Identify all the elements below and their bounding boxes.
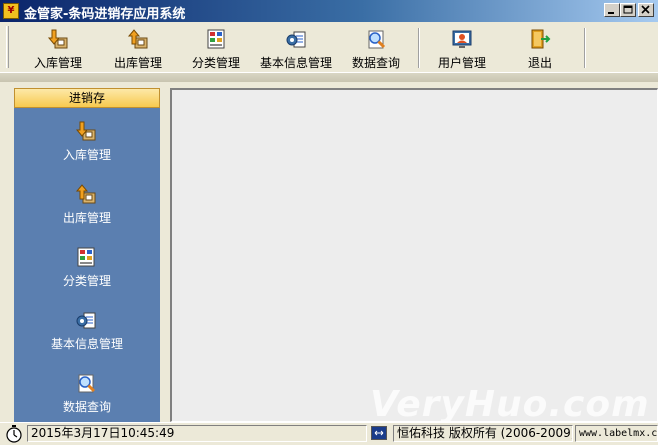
- toolbar-stock-out-label: 出库管理: [113, 56, 162, 70]
- main-toolbar: 入库管理 出库管理 分类管理 基本信息管理 数据查询 用户管理 退出: [0, 22, 658, 73]
- clock-icon: [6, 425, 22, 443]
- toolbar-category-button[interactable]: 分类管理: [182, 24, 250, 70]
- window-title: 金管家-条码进销存应用系统: [24, 7, 186, 22]
- title-bar[interactable]: ¥ 金管家-条码进销存应用系统: [0, 0, 658, 22]
- search-icon: [78, 374, 96, 393]
- category-icon: [207, 29, 225, 49]
- toolbar-stock-in-label: 入库管理: [33, 56, 82, 70]
- toolbar-stock-out-button[interactable]: 出库管理: [104, 24, 172, 70]
- category-icon: [77, 247, 95, 267]
- status-copyright: 恒佑科技 版权所有 (2006-2009): [393, 425, 573, 442]
- user-icon: [452, 30, 472, 48]
- toolbar-basic-info-label: 基本信息管理: [259, 56, 332, 70]
- toolbar-search-button[interactable]: 数据查询: [344, 24, 408, 70]
- close-button[interactable]: [638, 3, 654, 17]
- minimize-icon: [608, 12, 614, 14]
- main-workspace[interactable]: [170, 88, 658, 422]
- toolbar-stock-in-button[interactable]: 入库管理: [22, 24, 94, 70]
- toolbar-user-button[interactable]: 用户管理: [430, 24, 494, 70]
- toolbar-band: [0, 73, 658, 82]
- sidebar-item-search[interactable]: 数据查询: [14, 366, 160, 422]
- status-bar: 2015年3月17日10:45:49 恒佑科技 版权所有 (2006-2009)…: [0, 422, 658, 445]
- maximize-button[interactable]: [620, 3, 636, 17]
- sidebar-item-label: 出库管理: [62, 211, 111, 225]
- sidebar-item-stock-out[interactable]: 出库管理: [14, 177, 160, 233]
- basic-info-icon: [286, 31, 306, 48]
- sidebar-item-label: 分类管理: [62, 274, 111, 288]
- toolbar-category-label: 分类管理: [191, 56, 240, 70]
- close-icon: [641, 5, 650, 14]
- stock-out-icon: [75, 184, 96, 204]
- watermark-text: VeryHuo.com: [370, 384, 650, 425]
- stock-in-icon: [47, 29, 68, 49]
- sidebar-item-label: 数据查询: [62, 400, 111, 414]
- sidebar-item-stock-in[interactable]: 入库管理: [14, 114, 160, 170]
- toolbar-separator: [584, 28, 586, 68]
- toolbar-exit-button[interactable]: 退出: [516, 24, 564, 70]
- toolbar-separator: [418, 28, 420, 68]
- stock-in-icon: [75, 121, 96, 141]
- keyboard-icon: [371, 426, 387, 440]
- status-datetime: 2015年3月17日10:45:49: [27, 425, 367, 442]
- sidebar-panel: 进销存 入库管理 出库管理 分类管理 基本信息管理 数据查询: [14, 88, 160, 422]
- sidebar-header[interactable]: 进销存: [14, 88, 160, 108]
- toolbar-search-label: 数据查询: [351, 56, 400, 70]
- stock-out-icon: [127, 29, 148, 49]
- sidebar-item-label: 入库管理: [62, 148, 111, 162]
- toolbar-grip[interactable]: [6, 26, 9, 68]
- basic-info-icon: [76, 312, 96, 329]
- sidebar-item-category[interactable]: 分类管理: [14, 240, 160, 296]
- toolbar-exit-label: 退出: [527, 56, 552, 70]
- search-icon: [368, 30, 386, 49]
- status-website[interactable]: www.labelmx.c: [575, 425, 658, 442]
- exit-icon: [531, 29, 551, 49]
- toolbar-user-label: 用户管理: [437, 56, 486, 70]
- minimize-button[interactable]: [604, 3, 620, 17]
- app-logo-icon: ¥: [3, 3, 19, 19]
- maximize-icon: [623, 5, 633, 14]
- sidebar-item-basic-info[interactable]: 基本信息管理: [14, 303, 160, 359]
- toolbar-basic-info-button[interactable]: 基本信息管理: [254, 24, 338, 70]
- sidebar-item-label: 基本信息管理: [50, 337, 123, 351]
